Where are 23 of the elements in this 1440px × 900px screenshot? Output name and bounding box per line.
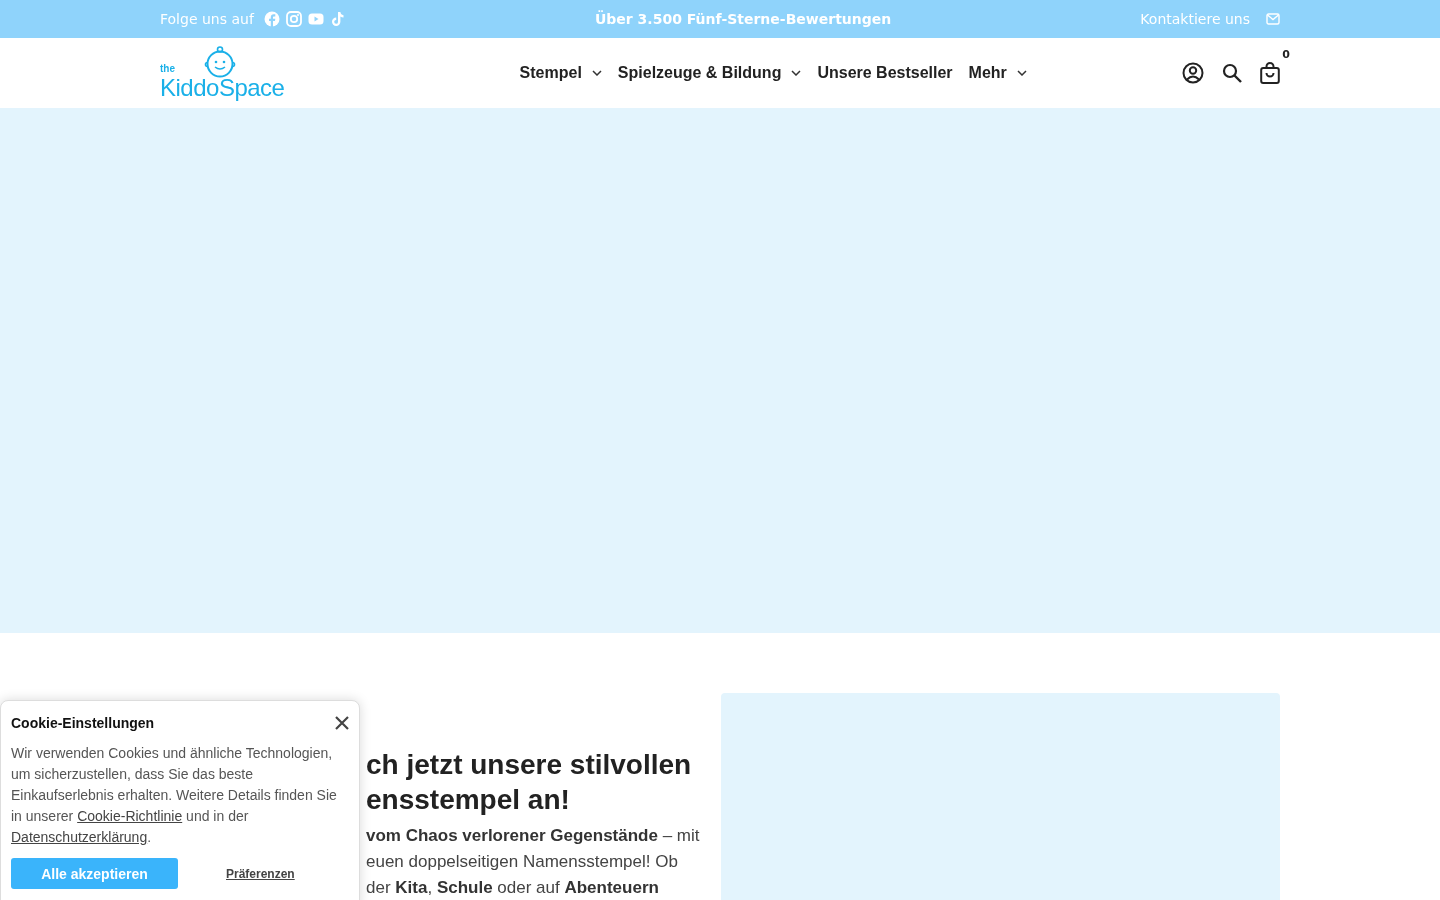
announcement-text: Über 3.500 Fünf-Sterne-Bewertungen (594, 11, 892, 27)
follow-label: Folge uns auf (160, 11, 254, 27)
cookie-text: Wir verwenden Cookies und ähnliche Technologien, um sicherzustellen, dass Sie das beste Einkaufserlebnis erhalten. Weitere Details finden Sie in unserer Cookie-Richtlinie und in der Datenschutzerklärung. (11, 744, 338, 847)
nav-link[interactable]: Mehr (968, 64, 1027, 82)
shopping-bag-icon[interactable] (1260, 62, 1280, 84)
section-heading: ch jetzt unsere stilvollen ensstempel an! (366, 748, 693, 817)
instagram-icon[interactable] (285, 11, 302, 27)
section-paragraph: vom Chaos verlorener Gegenstände – mit euen doppelseitigen Namensstempel! Ob der Kita, Schule oder auf Abenteuern (366, 825, 700, 899)
close-icon[interactable] (335, 716, 349, 730)
cookie-policy-link[interactable]: Cookie-Richtlinie (77, 808, 183, 824)
video-play-icon[interactable] (307, 11, 324, 27)
nav-link[interactable]: Stempel (519, 64, 602, 82)
preferences-button[interactable]: Präferenzen (220, 865, 301, 882)
nav-link[interactable]: Unsere Bestseller (817, 64, 953, 82)
facebook-icon[interactable] (263, 11, 280, 27)
cookie-title: Cookie-Einstellungen (11, 715, 155, 731)
search-icon[interactable] (1222, 63, 1242, 83)
mail-icon[interactable] (1266, 13, 1280, 25)
music-note-icon[interactable] (329, 11, 346, 27)
cart-count: 0 (1282, 48, 1290, 61)
account-icon[interactable] (1182, 62, 1204, 84)
baby-face-icon (203, 46, 237, 78)
nav-link[interactable]: Spielzeuge & Bildung (617, 64, 802, 82)
